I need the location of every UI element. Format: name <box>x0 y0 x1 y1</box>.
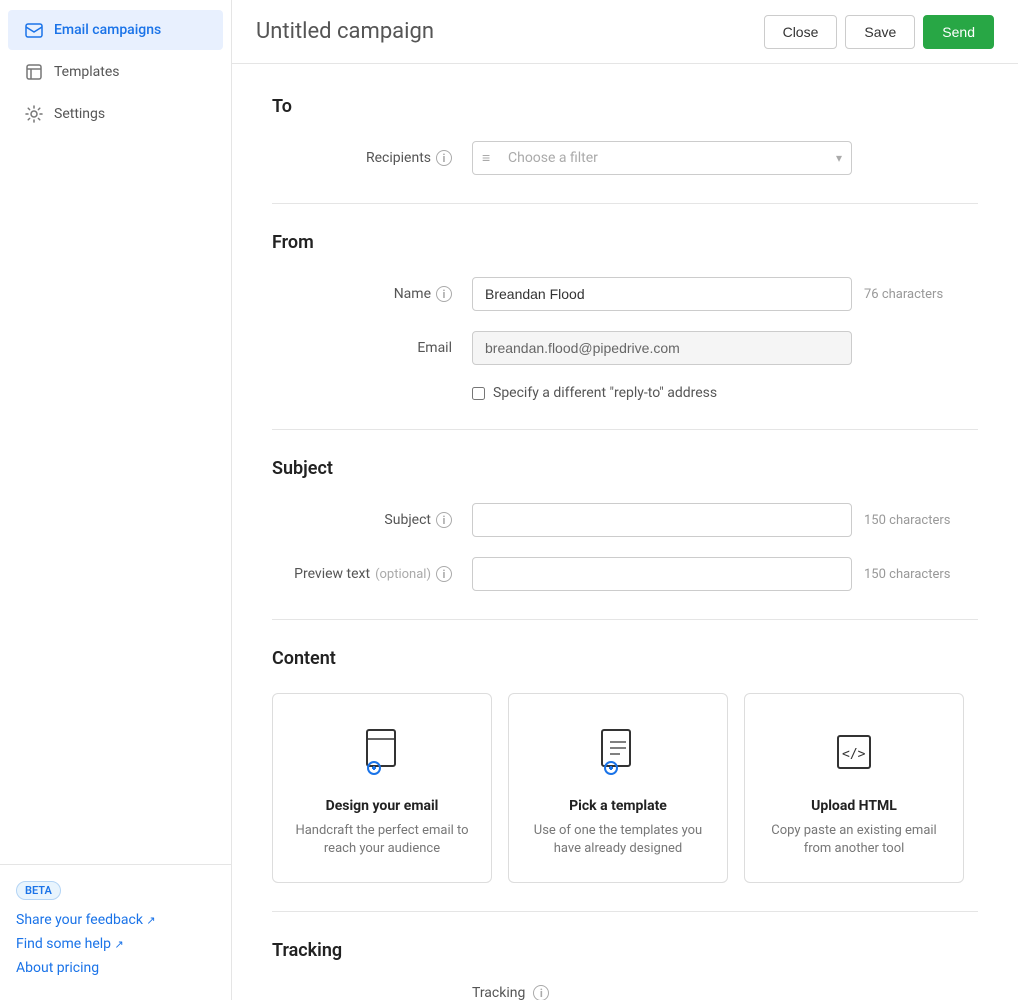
subject-info-icon[interactable]: i <box>436 512 452 528</box>
sidebar-item-label: Settings <box>54 106 105 122</box>
preview-char-count: 150 characters <box>864 567 950 582</box>
header-actions: Close Save Send <box>764 15 994 49</box>
preview-text-label: Preview text (optional) i <box>272 566 472 582</box>
filter-select-wrapper: ≡ ▾ Choose a filter <box>472 141 852 175</box>
beta-badge: BETA <box>16 881 61 900</box>
header: Untitled campaign Close Save Send <box>232 0 1018 64</box>
subject-section: Subject Subject i 150 characters Preview… <box>272 458 978 591</box>
content-section-title: Content <box>272 648 978 669</box>
subject-char-count: 150 characters <box>864 513 950 528</box>
content-area: To Recipients i ≡ ▾ Choose a filter F <box>232 64 1018 1000</box>
chevron-down-icon: ▾ <box>836 151 842 165</box>
name-label: Name i <box>272 286 472 302</box>
preview-text-input[interactable] <box>472 557 852 591</box>
name-row: Name i 76 characters <box>272 277 978 311</box>
subject-row: Subject i 150 characters <box>272 503 978 537</box>
email-campaigns-icon <box>24 20 44 40</box>
name-input[interactable] <box>472 277 852 311</box>
recipients-label: Recipients i <box>272 150 472 166</box>
filter-icon: ≡ <box>482 150 490 167</box>
save-button[interactable]: Save <box>845 15 915 49</box>
upload-html-icon: </> <box>824 722 884 782</box>
sidebar-item-label: Templates <box>54 64 120 80</box>
external-link-icon: ↗ <box>146 914 155 927</box>
svg-text:</>: </> <box>842 747 866 762</box>
settings-icon <box>24 104 44 124</box>
design-email-title: Design your email <box>293 798 471 814</box>
subject-label: Subject i <box>272 512 472 528</box>
divider-to-from <box>272 203 978 204</box>
sidebar-item-email-campaigns[interactable]: Email campaigns <box>8 10 223 50</box>
upload-html-card[interactable]: </> Upload HTML Copy paste an existing e… <box>744 693 964 883</box>
preview-text-row: Preview text (optional) i 150 characters <box>272 557 978 591</box>
email-label: Email <box>272 340 472 356</box>
to-section-title: To <box>272 96 978 117</box>
preview-info-icon[interactable]: i <box>436 566 452 582</box>
tracking-section: Tracking Tracking i Track opened emails <box>272 940 978 1000</box>
divider-content-tracking <box>272 911 978 912</box>
tracking-info-icon[interactable]: i <box>533 985 549 1000</box>
divider-subject-content <box>272 619 978 620</box>
reply-to-row: Specify a different "reply-to" address <box>472 385 978 401</box>
design-email-desc: Handcraft the perfect email to reach you… <box>293 822 471 858</box>
divider-from-subject <box>272 429 978 430</box>
content-cards: Design your email Handcraft the perfect … <box>272 693 978 883</box>
tracking-rows: Tracking i Track opened emails Track l <box>272 985 978 1000</box>
to-section: To Recipients i ≡ ▾ Choose a filter <box>272 96 978 175</box>
pick-template-title: Pick a template <box>529 798 707 814</box>
page-title: Untitled campaign <box>256 19 764 44</box>
send-button[interactable]: Send <box>923 15 994 49</box>
sidebar-item-label: Email campaigns <box>54 22 161 38</box>
tracking-section-title: Tracking <box>272 940 978 961</box>
subject-input[interactable] <box>472 503 852 537</box>
sidebar-item-templates[interactable]: Templates <box>8 52 223 92</box>
about-pricing-link[interactable]: About pricing <box>16 960 215 976</box>
external-link-icon: ↗ <box>115 938 124 951</box>
upload-html-title: Upload HTML <box>765 798 943 814</box>
recipients-row: Recipients i ≡ ▾ Choose a filter <box>272 141 978 175</box>
reply-to-label[interactable]: Specify a different "reply-to" address <box>493 385 717 401</box>
design-email-card[interactable]: Design your email Handcraft the perfect … <box>272 693 492 883</box>
from-section-title: From <box>272 232 978 253</box>
pick-template-desc: Use of one the templates you have alread… <box>529 822 707 858</box>
sidebar-footer: BETA Share your feedback ↗ Find some hel… <box>0 864 231 1000</box>
templates-icon <box>24 62 44 82</box>
from-section: From Name i 76 characters Email Specify … <box>272 232 978 401</box>
reply-to-checkbox[interactable] <box>472 387 485 400</box>
email-row: Email <box>272 331 978 365</box>
filter-select[interactable] <box>472 141 852 175</box>
name-char-count: 76 characters <box>864 287 943 302</box>
design-email-icon <box>352 722 412 782</box>
preview-optional-label: (optional) <box>375 567 431 582</box>
find-help-link[interactable]: Find some help ↗ <box>16 936 215 952</box>
sidebar-nav: Email campaigns Templates Settings <box>0 0 231 864</box>
share-feedback-link[interactable]: Share your feedback ↗ <box>16 912 215 928</box>
recipients-info-icon[interactable]: i <box>436 150 452 166</box>
subject-section-title: Subject <box>272 458 978 479</box>
upload-html-desc: Copy paste an existing email from anothe… <box>765 822 943 858</box>
email-input <box>472 331 852 365</box>
sidebar-item-settings[interactable]: Settings <box>8 94 223 134</box>
tracking-label-row: Tracking i <box>472 985 549 1000</box>
name-info-icon[interactable]: i <box>436 286 452 302</box>
pick-template-card[interactable]: Pick a template Use of one the templates… <box>508 693 728 883</box>
content-section: Content Design your email Handc <box>272 648 978 883</box>
sidebar: Email campaigns Templates Settings <box>0 0 232 1000</box>
pick-template-icon <box>588 722 648 782</box>
close-button[interactable]: Close <box>764 15 838 49</box>
main-content: Untitled campaign Close Save Send To Rec… <box>232 0 1018 1000</box>
